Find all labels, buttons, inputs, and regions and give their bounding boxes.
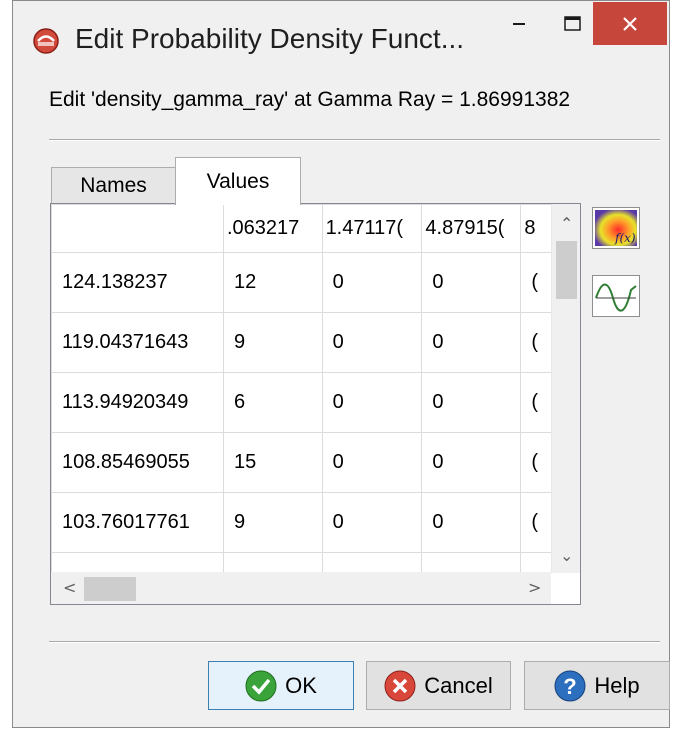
values-table[interactable]: .063217 1.47117( 4.87915( 8 124.138237 1… (50, 203, 581, 605)
table-cell[interactable]: 6 (222, 372, 323, 433)
minimize-icon (513, 23, 525, 25)
maximize-button[interactable] (549, 1, 597, 47)
cancel-icon (384, 670, 416, 701)
row-header-cell: 108.85469055 (51, 432, 224, 493)
table-cell[interactable]: 0 (421, 492, 522, 553)
table-cell[interactable] (421, 552, 522, 572)
scroll-up-icon[interactable]: ⌃ (560, 216, 573, 232)
row-header-cell: 113.94920349 (51, 372, 224, 433)
edit-description: Edit 'density_gamma_ray' at Gamma Ray = … (49, 88, 571, 111)
table-cell[interactable] (321, 552, 423, 572)
maximize-icon (564, 16, 581, 31)
help-icon: ? (554, 670, 586, 701)
app-icon (33, 28, 59, 54)
table-cell[interactable]: 9 (222, 492, 323, 553)
density-plot-icon: f(x) (595, 210, 637, 246)
table-row: 103.76017761 9 0 0 ( (51, 492, 579, 553)
column-header[interactable]: .063217 (222, 204, 323, 253)
window-title: Edit Probability Density Funct... (75, 23, 465, 54)
fx-label: f(x) (614, 231, 636, 245)
ok-button[interactable]: OK (208, 661, 354, 710)
table-row (51, 552, 579, 572)
row-header-cell: 119.04371643 (51, 312, 224, 373)
table-cell[interactable]: 0 (321, 432, 423, 493)
row-header-cell (51, 552, 224, 572)
scroll-right-icon[interactable]: > (528, 580, 541, 596)
table-cell[interactable]: 9 (222, 312, 323, 373)
table-cell[interactable]: 0 (421, 252, 522, 313)
checkmark-icon (245, 670, 277, 701)
table-cell[interactable]: 0 (421, 312, 522, 373)
column-header[interactable]: 4.87915( (421, 204, 522, 253)
bottom-separator (49, 641, 660, 643)
table-cell[interactable]: 0 (321, 312, 423, 373)
table-cell[interactable]: 0 (421, 432, 522, 493)
curve-icon (595, 283, 637, 312)
cancel-button[interactable]: Cancel (366, 661, 511, 710)
ok-label: OK (285, 672, 317, 698)
close-button[interactable] (593, 2, 667, 45)
table-row: 119.04371643 9 0 0 ( (51, 312, 579, 373)
column-header[interactable] (51, 204, 224, 253)
scroll-down-icon[interactable]: ⌄ (560, 548, 573, 564)
table-viewport: .063217 1.47117( 4.87915( 8 124.138237 1… (51, 204, 579, 572)
scroll-left-icon[interactable]: < (63, 580, 76, 596)
close-icon (623, 16, 637, 31)
table-cell[interactable] (222, 552, 323, 572)
help-button[interactable]: ? Help (524, 661, 670, 710)
table-cell[interactable]: 0 (321, 372, 423, 433)
table-cell[interactable]: 15 (222, 432, 323, 493)
column-header[interactable]: 1.47117( (321, 204, 423, 253)
minimize-button[interactable] (497, 1, 541, 47)
row-header-cell: 124.138237 (51, 252, 224, 313)
table-cell[interactable]: 0 (321, 492, 423, 553)
tab-values[interactable]: Values (175, 157, 301, 205)
table-cell[interactable]: 0 (421, 372, 522, 433)
help-label: Help (594, 672, 640, 698)
values-grid: .063217 1.47117( 4.87915( 8 124.138237 1… (51, 204, 579, 572)
row-header-cell: 103.76017761 (51, 492, 224, 553)
vertical-scrollbar[interactable]: ⌃ ⌄ (551, 204, 580, 573)
top-separator (49, 139, 660, 141)
table-row: 124.138237 12 0 0 ( (51, 252, 579, 313)
table-cell[interactable]: 0 (321, 252, 423, 313)
density-plot-button[interactable]: f(x) (592, 207, 640, 249)
vertical-scroll-thumb[interactable] (556, 241, 577, 299)
svg-text:?: ? (564, 674, 577, 699)
horizontal-scrollbar[interactable]: < > (51, 572, 551, 604)
curve-button[interactable] (592, 275, 640, 317)
horizontal-scroll-thumb[interactable] (84, 577, 136, 601)
table-row: 108.85469055 15 0 0 ( (51, 432, 579, 493)
edit-pdf-dialog: Edit Probability Density Funct... Edit '… (12, 0, 670, 728)
tab-names[interactable]: Names (51, 167, 176, 203)
title-bar[interactable]: Edit Probability Density Funct... (13, 1, 669, 79)
cancel-label: Cancel (424, 672, 493, 698)
table-header-row: .063217 1.47117( 4.87915( 8 (51, 204, 579, 253)
table-cell[interactable]: 12 (222, 252, 323, 313)
table-row: 113.94920349 6 0 0 ( (51, 372, 579, 433)
